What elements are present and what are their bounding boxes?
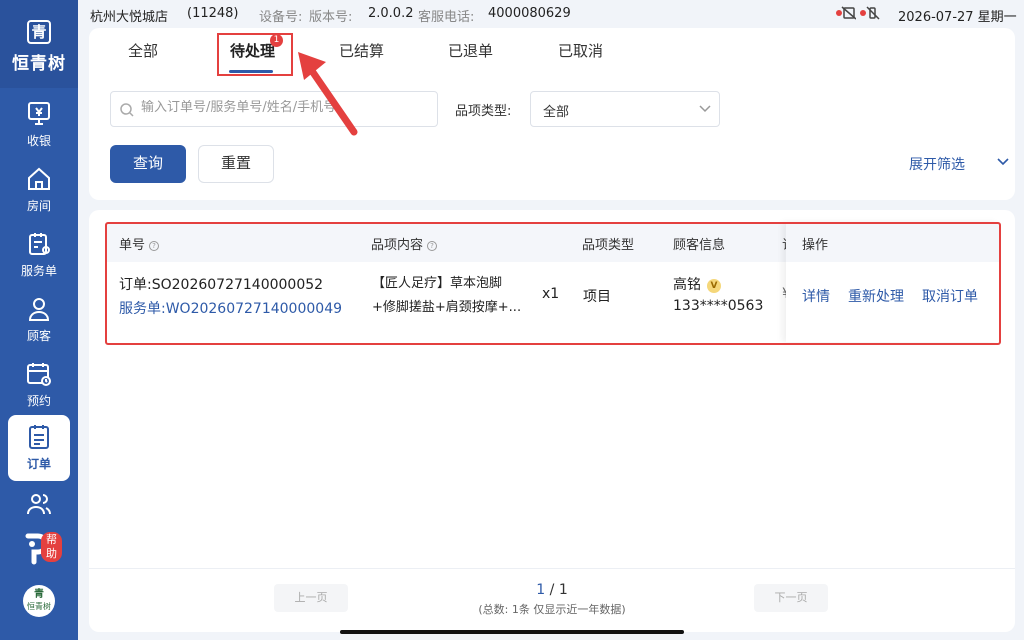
app-logo: 青 恒青树	[0, 0, 78, 88]
printer-offline-icon	[836, 6, 857, 20]
avatar[interactable]: 青 恒青树	[23, 585, 55, 617]
staff-icon	[27, 494, 51, 515]
row-highlight-box	[105, 222, 1001, 345]
pagination-info: (总数: 1条 仅显示近一年数据)	[478, 603, 626, 616]
divider	[89, 568, 1015, 569]
store-code: (11248)	[187, 6, 239, 21]
filter-panel: 全部 待处理 1 已结算 已退单 已取消 品项类型: 全部 查询 重置 展开筛选	[89, 28, 1015, 200]
home-indicator[interactable]	[340, 630, 684, 634]
service-order-icon	[29, 233, 50, 255]
sidebar-item-cashier[interactable]: 收银	[0, 92, 78, 158]
version-value: 2.0.0.2	[368, 6, 414, 21]
chevron-down-icon	[997, 158, 1009, 166]
sidebar: 青 恒青树 收银 房间 服务单 顾客 预约 订单 帮助 青 恒青树	[0, 0, 78, 640]
store-name: 杭州大悦城店	[90, 10, 169, 25]
tab-cancelled[interactable]: 已取消	[558, 40, 603, 61]
brand-name: 恒青树	[12, 54, 66, 74]
expand-filter-button[interactable]: 展开筛选	[909, 154, 1009, 174]
datetime: 2026-07-27 星期一	[898, 10, 1017, 25]
cashier-icon	[28, 102, 50, 125]
tab-refunded[interactable]: 已退单	[448, 40, 493, 61]
sidebar-item-label: 房间	[26, 199, 51, 213]
customer-icon	[28, 298, 50, 321]
sidebar-item-room[interactable]: 房间	[0, 157, 78, 223]
help-badge: 帮助	[41, 532, 62, 562]
home-icon	[28, 167, 50, 190]
sidebar-item-service-order[interactable]: 服务单	[0, 222, 78, 288]
category-value: 全部	[543, 105, 570, 120]
order-icon	[29, 425, 49, 449]
sidebar-item-appointment[interactable]: 预约	[0, 352, 78, 418]
sidebar-item-label: 订单	[26, 457, 51, 471]
expand-filter-label: 展开筛选	[909, 157, 965, 173]
tab-all[interactable]: 全部	[128, 40, 158, 61]
sidebar-item-order[interactable]: 订单	[8, 415, 70, 481]
next-page-button[interactable]: 下一页	[754, 584, 828, 612]
search-box[interactable]	[110, 91, 438, 127]
sidebar-item-label: 预约	[26, 394, 51, 408]
brand-mark: 青	[27, 20, 51, 44]
device-offline-icon	[860, 6, 880, 20]
sidebar-item-label: 服务单	[20, 264, 57, 278]
avatar-label: 恒青树	[27, 602, 51, 611]
status-icons	[836, 6, 880, 24]
sidebar-item-label: 顾客	[26, 329, 51, 343]
query-button[interactable]: 查询	[110, 145, 186, 183]
service-tel-label: 客服电话:	[418, 10, 475, 25]
annotation-arrow-icon	[298, 52, 358, 136]
avatar-logo-icon: 青	[34, 589, 44, 600]
sidebar-item-label: 收银	[26, 134, 51, 148]
search-input[interactable]	[141, 100, 431, 115]
help-button[interactable]: 帮助	[22, 530, 62, 570]
page-indicator: 1 / 1	[536, 582, 568, 598]
category-select[interactable]: 全部	[530, 91, 720, 127]
calendar-icon	[27, 363, 51, 386]
version-label: 版本号:	[309, 10, 353, 25]
reset-button[interactable]: 重置	[198, 145, 274, 183]
category-label: 品项类型:	[455, 104, 512, 119]
service-tel-value: 4000080629	[488, 6, 571, 21]
tab-highlight-box	[217, 33, 293, 76]
device-label: 设备号:	[259, 10, 303, 25]
status-bar: 杭州大悦城店 (11248) 设备号: 版本号: 2.0.0.2 客服电话: 4…	[78, 0, 1024, 28]
chevron-down-icon	[699, 105, 711, 113]
sidebar-item-customer[interactable]: 顾客	[0, 287, 78, 353]
search-icon	[120, 103, 134, 117]
order-table: 单号? 品项内容? 品项类型 顾客信息 订 订单:SO2026072714000…	[89, 210, 1015, 632]
